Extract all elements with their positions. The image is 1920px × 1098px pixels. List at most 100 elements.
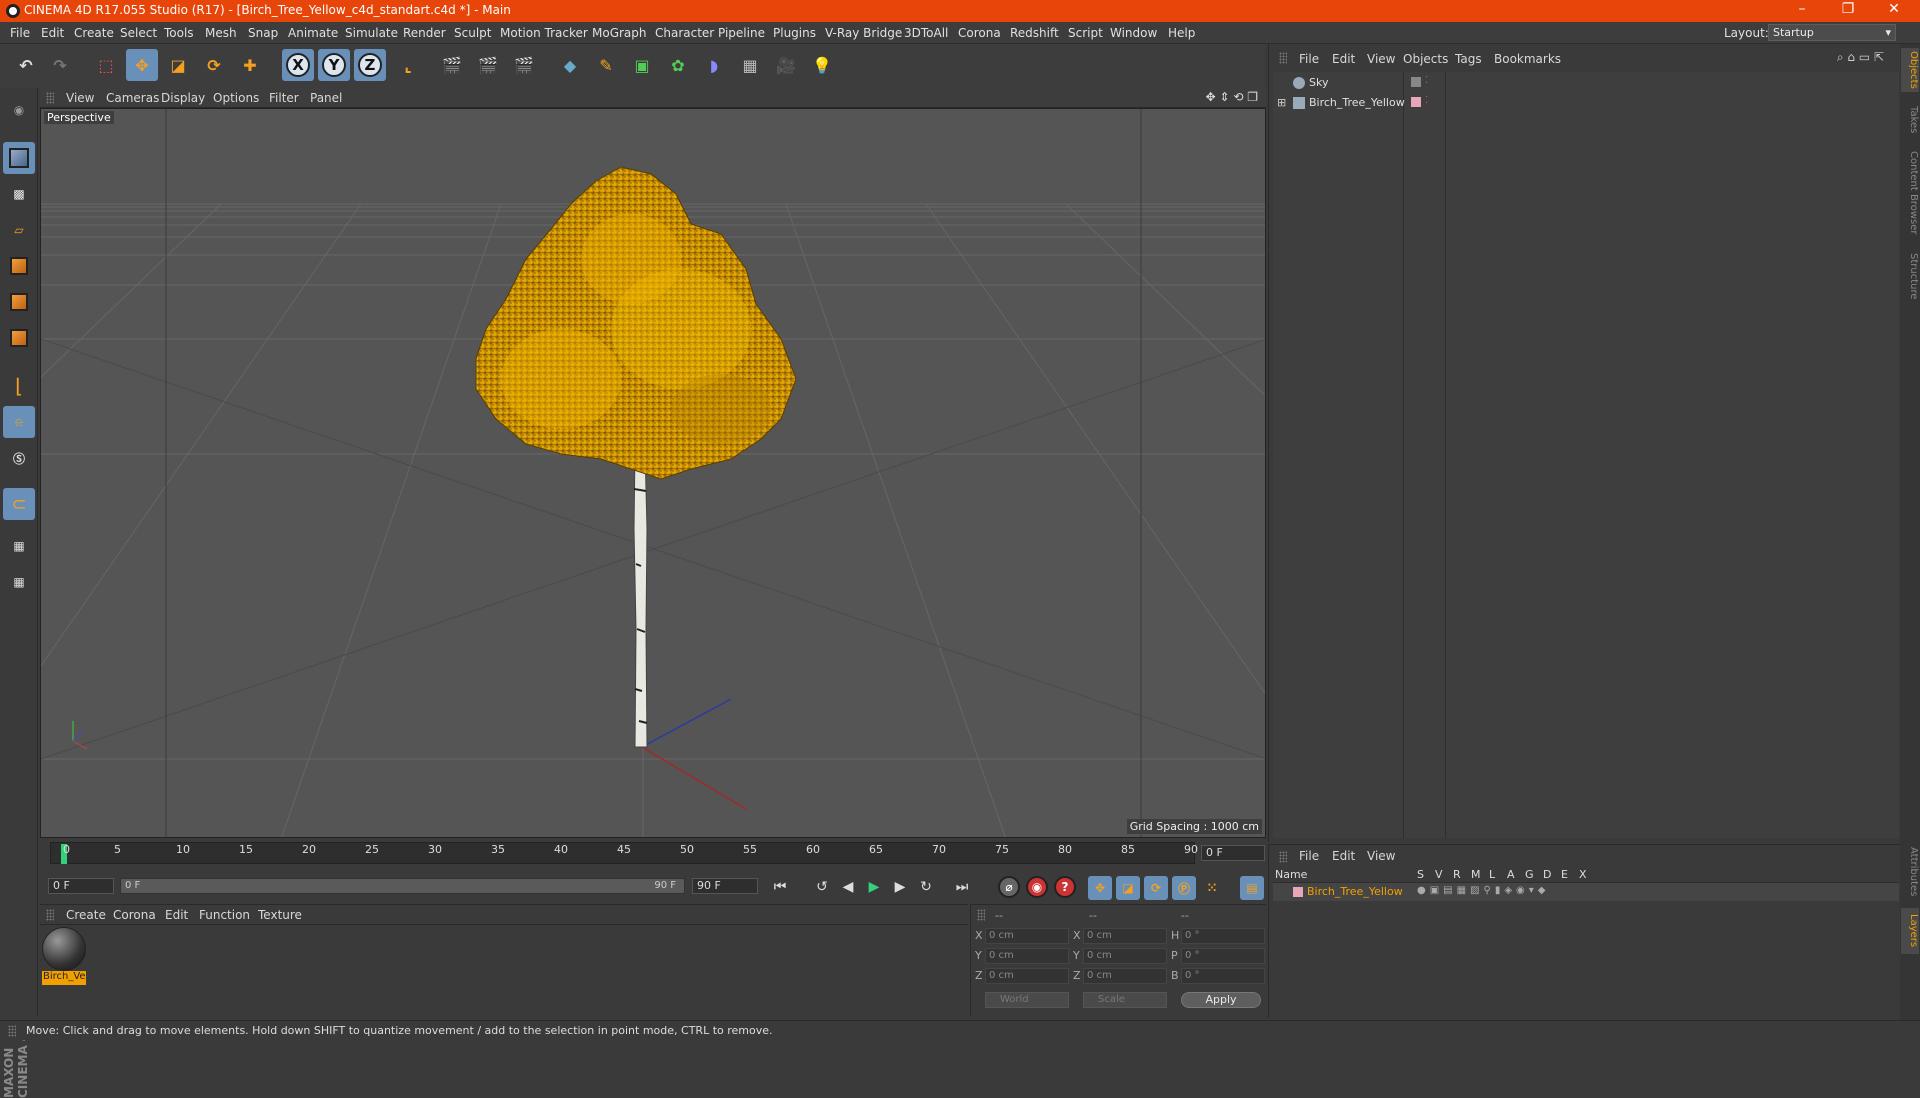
minimize-button[interactable]: –	[1782, 1, 1822, 21]
current-frame-field[interactable]: 0 F	[1201, 845, 1265, 861]
previous-frame-icon[interactable]: ◀	[836, 876, 860, 898]
size-x-field[interactable]: 0 cm	[1083, 928, 1167, 944]
lock-workplane-icon[interactable]: ▦	[3, 530, 35, 562]
material-menu-texture[interactable]: Texture	[258, 908, 302, 922]
restore-button[interactable]: ❐	[1828, 1, 1868, 21]
layer-color-icon[interactable]	[1411, 97, 1421, 107]
material-menu-edit[interactable]: Edit	[165, 908, 188, 922]
make-editable-icon[interactable]: ◉	[3, 94, 35, 126]
render-picture-viewer-icon[interactable]: 🎬	[472, 49, 504, 81]
position-x-field[interactable]: 0 cm	[985, 928, 1069, 944]
z-axis-lock-button[interactable]: Z	[354, 49, 386, 81]
live-selection-icon[interactable]: ⬚	[90, 49, 122, 81]
previous-key-icon[interactable]: ↺	[810, 876, 834, 898]
key-position-icon[interactable]: ✥	[1088, 876, 1112, 900]
layout-dropdown[interactable]: Startup	[1768, 24, 1896, 41]
material-preview[interactable]	[42, 927, 86, 971]
y-axis-lock-button[interactable]: Y	[318, 49, 350, 81]
magnet-icon[interactable]: ⊂	[3, 488, 35, 520]
key-scale-icon[interactable]: ◪	[1116, 876, 1140, 900]
layers-menu-file[interactable]: File	[1299, 849, 1319, 863]
viewport-navigation-icons[interactable]: ✥ ⇕ ⟲ ❐	[1206, 90, 1258, 104]
polygons-mode-icon[interactable]	[3, 322, 35, 354]
viewport-menu-options[interactable]: Options	[213, 91, 259, 105]
coordinate-system-icon[interactable]: ⌞	[392, 49, 424, 81]
render-view-icon[interactable]: 🎬	[436, 49, 468, 81]
rotation-p-field[interactable]: 0 °	[1181, 948, 1265, 964]
menu-edit[interactable]: Edit	[41, 26, 64, 40]
object-row[interactable]: ⊞ Birch_Tree_Yellow ⁚	[1273, 94, 1899, 112]
workplane-rotate-icon[interactable]: ▦	[3, 566, 35, 598]
cube-object-icon[interactable]: ◆	[554, 49, 586, 81]
go-to-end-icon[interactable]: ⏭	[950, 876, 974, 898]
menu-file[interactable]: File	[10, 26, 30, 40]
layers-menu-view[interactable]: View	[1367, 849, 1395, 863]
key-rotation-icon[interactable]: ⟳	[1144, 876, 1168, 900]
material-name[interactable]: Birch_Ve	[42, 971, 86, 985]
material-menu-function[interactable]: Function	[199, 908, 250, 922]
objects-toolbar-icons[interactable]: ⌕ ⌂ ▭ ⇱	[1837, 50, 1884, 65]
size-z-field[interactable]: 0 cm	[1083, 968, 1167, 984]
objects-menu-objects[interactable]: Objects	[1403, 52, 1448, 66]
workplane-icon[interactable]: ▱	[3, 214, 35, 246]
close-button[interactable]: ✕	[1874, 1, 1914, 21]
preview-range-slider[interactable]: 0 F 90 F	[120, 878, 685, 894]
layer-toggles-icons[interactable]: ●▣▤▦▨⚲▮◈◉▾◆	[1417, 885, 1549, 896]
points-mode-icon[interactable]	[3, 250, 35, 282]
timeline-window-icon[interactable]: ▤	[1240, 876, 1264, 900]
side-tab-structure[interactable]: Structure	[1901, 248, 1919, 304]
play-icon[interactable]: ▶	[862, 876, 886, 898]
model-mode-icon[interactable]	[3, 142, 35, 174]
layer-color-swatch[interactable]	[1293, 887, 1303, 897]
layer-row[interactable]: Birch_Tree_Yellow ●▣▤▦▨⚲▮◈◉▾◆	[1273, 883, 1899, 901]
menu-corona[interactable]: Corona	[958, 26, 1001, 40]
position-y-field[interactable]: 0 cm	[985, 948, 1069, 964]
menu-animate[interactable]: Animate	[288, 26, 338, 40]
menu-3dtoall[interactable]: 3DToAll	[904, 26, 948, 40]
side-tab-objects[interactable]: Objects	[1901, 48, 1919, 92]
start-frame-field[interactable]: 0 F	[48, 878, 114, 894]
menu-sculpt[interactable]: Sculpt	[454, 26, 491, 40]
deformer-icon[interactable]: ◗	[698, 49, 730, 81]
menu-pipeline[interactable]: Pipeline	[718, 26, 765, 40]
menu-mesh[interactable]: Mesh	[205, 26, 237, 40]
texture-mode-icon[interactable]: ▩	[3, 178, 35, 210]
apply-button[interactable]: Apply	[1181, 992, 1261, 1008]
x-axis-lock-button[interactable]: X	[282, 49, 314, 81]
autokey-icon[interactable]: ◉	[1026, 876, 1048, 898]
record-keys-icon[interactable]: ⌀	[998, 876, 1020, 898]
menu-select[interactable]: Select	[120, 26, 157, 40]
expand-icon[interactable]: ⊞	[1277, 96, 1286, 109]
pen-spline-icon[interactable]: ✎	[590, 49, 622, 81]
size-mode-dropdown[interactable]: Scale	[1083, 992, 1167, 1008]
snap-icon[interactable]: Ⓢ	[3, 442, 35, 474]
size-y-field[interactable]: 0 cm	[1083, 948, 1167, 964]
menu-create[interactable]: Create	[74, 26, 114, 40]
camera-icon[interactable]: 🎥	[770, 49, 802, 81]
layers-menu-edit[interactable]: Edit	[1332, 849, 1355, 863]
coordinate-mode-dropdown[interactable]: World	[985, 992, 1069, 1008]
redo-icon[interactable]: ↷	[44, 49, 76, 81]
render-dots-icon[interactable]: ⁚	[1425, 75, 1428, 86]
position-z-field[interactable]: 0 cm	[985, 968, 1069, 984]
menu-render[interactable]: Render	[403, 26, 446, 40]
menu-character[interactable]: Character	[655, 26, 714, 40]
side-tab-takes[interactable]: Takes	[1901, 102, 1919, 138]
objects-menu-tags[interactable]: Tags	[1455, 52, 1482, 66]
viewport-menu-cameras[interactable]: Cameras	[106, 91, 159, 105]
edges-mode-icon[interactable]	[3, 286, 35, 318]
objects-menu-edit[interactable]: Edit	[1332, 52, 1355, 66]
key-parameter-icon[interactable]: Ⓟ	[1172, 876, 1196, 900]
rotation-b-field[interactable]: 0 °	[1181, 968, 1265, 984]
objects-menu-view[interactable]: View	[1367, 52, 1395, 66]
menu-script[interactable]: Script	[1068, 26, 1103, 40]
menu-motion-tracker[interactable]: Motion Tracker	[500, 26, 588, 40]
objects-menu-bookmarks[interactable]: Bookmarks	[1494, 52, 1561, 66]
material-menu-create[interactable]: Create	[66, 908, 106, 922]
keyframe-selection-icon[interactable]: ?	[1054, 876, 1076, 898]
subdivision-icon[interactable]: ▣	[626, 49, 658, 81]
side-tab-content-browser[interactable]: Content Browser	[1901, 148, 1919, 238]
floor-scene-icon[interactable]: ▦	[734, 49, 766, 81]
rotate-tool-icon[interactable]: ⟳	[198, 49, 230, 81]
end-frame-field[interactable]: 90 F	[692, 878, 758, 894]
